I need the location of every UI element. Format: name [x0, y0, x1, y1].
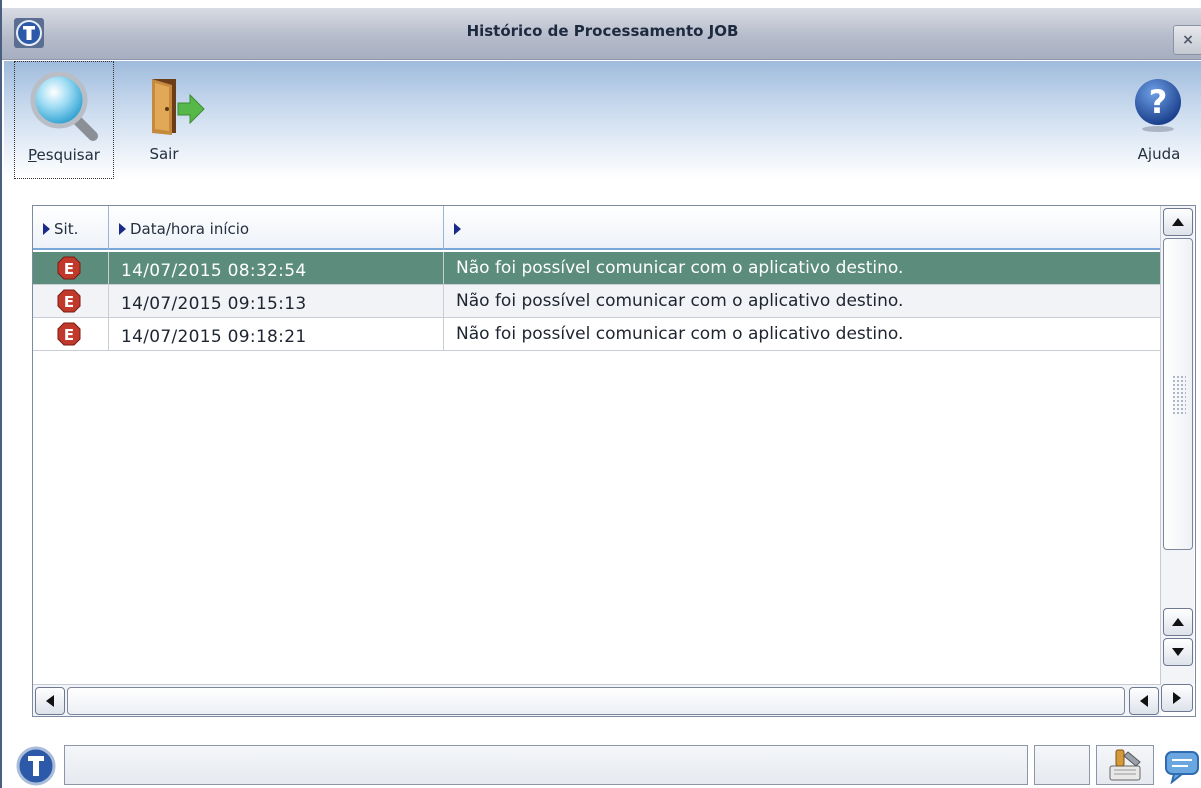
svg-text:?: ?	[1149, 83, 1168, 121]
datetime-cell: 14/07/2015 09:15:13	[109, 285, 444, 318]
chat-bubble-icon[interactable]	[1164, 748, 1200, 784]
svg-text:E: E	[64, 260, 74, 278]
error-e-icon: E	[57, 289, 81, 313]
scroll-down-button[interactable]	[1163, 638, 1193, 666]
column-header-status[interactable]: Sit.	[33, 206, 109, 250]
help-button-label: Ajuda	[1137, 145, 1181, 163]
grid-rows: E 14/07/2015 08:32:54 Não foi possível c…	[33, 252, 1161, 351]
search-button[interactable]: Pesquisar	[14, 61, 114, 179]
app-logo-icon[interactable]	[16, 746, 56, 786]
svg-text:E: E	[64, 326, 74, 344]
history-grid[interactable]: Sit. Data/hora início E 14/07/2015 08:32…	[32, 205, 1196, 717]
datetime-cell: 14/07/2015 08:32:54	[109, 252, 444, 285]
column-header-message[interactable]	[444, 206, 1161, 250]
horizontal-scroll-thumb[interactable]	[67, 687, 1125, 715]
arrow-up-icon	[1172, 218, 1184, 226]
close-button[interactable]: ×	[1173, 25, 1201, 55]
message-cell: Não foi possível comunicar com o aplicat…	[456, 291, 904, 311]
window-title: Histórico de Processamento JOB	[466, 22, 739, 40]
message-cell: Não foi possível comunicar com o aplicat…	[456, 258, 904, 278]
tools-icon	[1109, 749, 1141, 781]
sort-arrow-icon	[119, 223, 126, 235]
arrow-left-icon	[1140, 695, 1148, 707]
grip-icon	[1172, 375, 1186, 415]
job-history-window: Histórico de Processamento JOB × Pesquis…	[0, 0, 1201, 788]
scroll-up-button[interactable]	[1163, 208, 1193, 236]
tools-button[interactable]	[1096, 745, 1154, 785]
sort-arrow-icon	[454, 223, 461, 235]
arrow-right-icon	[1173, 692, 1181, 704]
message-cell: Não foi possível comunicar com o aplicat…	[456, 324, 904, 344]
vertical-scrollbar[interactable]	[1160, 206, 1194, 684]
status-cell: E	[33, 252, 109, 285]
error-e-icon: E	[57, 322, 81, 346]
grid-header: Sit. Data/hora início	[33, 206, 1161, 250]
horizontal-scrollbar[interactable]	[33, 684, 1161, 716]
help-question-icon: ?	[1135, 79, 1181, 132]
svg-text:E: E	[64, 293, 74, 311]
sort-arrow-icon	[43, 223, 50, 235]
status-cell: E	[33, 318, 109, 351]
search-button-label: Pesquisar	[28, 146, 100, 164]
datetime-cell: 14/07/2015 09:18:21	[109, 318, 444, 351]
status-bar	[2, 742, 1201, 788]
column-header-start-datetime[interactable]: Data/hora início	[109, 206, 444, 250]
scroll-right-button[interactable]	[1161, 684, 1193, 712]
arrow-up-icon	[1172, 618, 1184, 626]
scroll-up-small-button[interactable]	[1163, 608, 1193, 636]
close-icon: ×	[1182, 32, 1194, 48]
door-exit-icon	[152, 79, 205, 135]
table-row[interactable]: E 14/07/2015 09:15:13 Não foi possível c…	[33, 285, 1161, 318]
status-indicator-box	[1034, 745, 1090, 785]
table-row[interactable]: E 14/07/2015 08:32:54 Não foi possível c…	[33, 252, 1161, 285]
arrow-down-icon	[1172, 648, 1184, 656]
scroll-left-end-button[interactable]	[1129, 687, 1159, 715]
status-cell: E	[33, 285, 109, 318]
exit-button-label: Sair	[149, 145, 179, 163]
title-bar: Histórico de Processamento JOB ×	[2, 8, 1201, 60]
arrow-left-icon	[46, 695, 54, 707]
error-e-icon: E	[57, 256, 81, 280]
exit-button[interactable]: Sair	[134, 61, 205, 179]
magnifier-icon	[30, 71, 98, 141]
help-button[interactable]: ? Ajuda	[1129, 61, 1189, 179]
scroll-left-button[interactable]	[35, 687, 65, 715]
vertical-scroll-thumb[interactable]	[1163, 238, 1193, 550]
table-row[interactable]: E 14/07/2015 09:18:21 Não foi possível c…	[33, 318, 1161, 351]
toolbar: Pesquisar Sair ? Ajuda	[4, 61, 1201, 179]
status-message-field	[64, 745, 1028, 785]
